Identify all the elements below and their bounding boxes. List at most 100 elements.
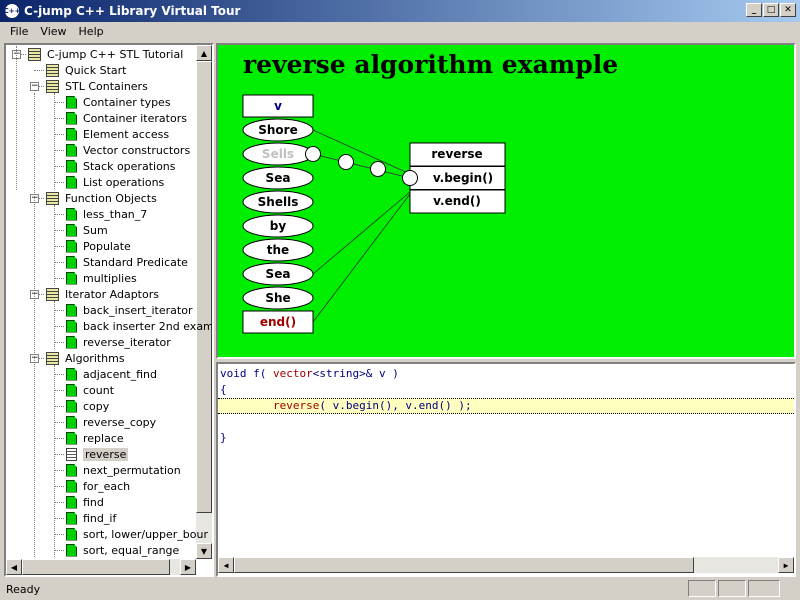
tree-item[interactable]: find_if: [66, 510, 116, 526]
tree-item-label: replace: [83, 431, 124, 445]
collapse-toggle[interactable]: −: [30, 82, 39, 91]
tree-item[interactable]: replace: [66, 430, 124, 446]
tree-item[interactable]: reverse: [66, 446, 129, 462]
scroll-thumb[interactable]: [22, 559, 170, 575]
tree-horizontal-scrollbar[interactable]: ◀ ▶: [6, 559, 196, 575]
status-pane: [748, 580, 780, 597]
book-icon: [46, 79, 59, 93]
tree-item[interactable]: STL Containers: [46, 78, 148, 94]
page-icon: [66, 111, 77, 125]
menu-view[interactable]: View: [34, 25, 72, 38]
code-horizontal-scrollbar[interactable]: ◀ ▶: [218, 557, 794, 573]
scroll-right-button[interactable]: ▶: [778, 557, 794, 573]
status-pane: [718, 580, 746, 597]
tree-item[interactable]: sort, lower/upper_bour: [66, 526, 208, 542]
tree-connector: [34, 70, 44, 71]
tree-item[interactable]: Populate: [66, 238, 131, 254]
end-label: end(): [260, 315, 296, 329]
scroll-thumb[interactable]: [196, 61, 212, 513]
tree-item-label: back_insert_iterator: [83, 303, 193, 317]
tree-connector: [54, 134, 64, 135]
container-label: v: [274, 99, 282, 113]
tree-item[interactable]: copy: [66, 398, 109, 414]
tree-item[interactable]: C-jump C++ STL Tutorial: [28, 46, 183, 62]
tree-item[interactable]: Vector constructors: [66, 142, 190, 158]
tree-connector: [54, 246, 64, 247]
tutorial-tree[interactable]: ▲ ▼ ◀ ▶ C-jump C++ STL Tutorial − Quick St…: [4, 43, 214, 577]
tree-item[interactable]: back_insert_iterator: [66, 302, 192, 318]
tree-item[interactable]: Container iterators: [66, 110, 187, 126]
tree-item[interactable]: less_than_7: [66, 206, 147, 222]
page-icon: [66, 319, 77, 333]
scroll-left-button[interactable]: ◀: [6, 559, 22, 575]
tree-item[interactable]: Element access: [66, 126, 169, 142]
page-icon: [66, 383, 77, 397]
element-label: by: [270, 219, 287, 233]
tree-item[interactable]: Iterator Adaptors: [46, 286, 159, 302]
tree-item[interactable]: adjacent_find: [66, 366, 157, 382]
tree-connector: [54, 390, 64, 391]
tree-item[interactable]: next_permutation: [66, 462, 181, 478]
tree-connector: [54, 406, 64, 407]
tree-item[interactable]: sort, equal_range: [66, 542, 179, 558]
book-icon: [46, 63, 59, 77]
page-icon: [66, 271, 77, 285]
move-marker: [305, 146, 321, 162]
scroll-up-button[interactable]: ▲: [196, 45, 212, 61]
maximize-button[interactable]: □: [763, 3, 779, 17]
tree-item-label: sort, equal_range: [83, 543, 180, 557]
code-token: }: [220, 431, 227, 444]
tree-item[interactable]: find: [66, 494, 104, 510]
tree-item[interactable]: reverse_copy: [66, 414, 156, 430]
move-marker: [338, 154, 354, 170]
scroll-left-button[interactable]: ◀: [218, 557, 234, 573]
page-icon: [66, 511, 77, 525]
status-pane: [688, 580, 716, 597]
tree-vertical-scrollbar[interactable]: ▲ ▼: [196, 45, 212, 559]
page-icon: [66, 463, 77, 477]
menu-help[interactable]: Help: [73, 25, 110, 38]
tree-item[interactable]: Function Objects: [46, 190, 157, 206]
move-marker: [370, 161, 386, 177]
tree-item[interactable]: multiplies: [66, 270, 137, 286]
tree-item[interactable]: Container types: [66, 94, 171, 110]
tree-item[interactable]: count: [66, 382, 114, 398]
iterator-link: [312, 193, 411, 323]
tree-item-label: Stack operations: [83, 159, 176, 173]
code-line: }: [220, 430, 227, 446]
tree-item[interactable]: Quick Start: [46, 62, 126, 78]
tree-item-label: Quick Start: [65, 63, 127, 77]
tree-connector: [54, 205, 55, 285]
tree-item-label: Populate: [83, 239, 131, 253]
tree-connector: [54, 150, 64, 151]
tree-connector: [54, 214, 64, 215]
tree-item-label: Standard Predicate: [83, 255, 188, 269]
tree-connector: [54, 93, 55, 189]
tree-item[interactable]: Standard Predicate: [66, 254, 188, 270]
diagram-canvas: v Shore Sells Sea Shells by the Sea She end() reve…: [242, 94, 506, 334]
tree-item-label: count: [83, 383, 115, 397]
tree-item[interactable]: back inserter 2nd exam: [66, 318, 212, 334]
tree-connector: [54, 470, 64, 471]
scroll-right-button[interactable]: ▶: [180, 559, 196, 575]
close-button[interactable]: ✕: [780, 3, 796, 17]
tree-item[interactable]: Algorithms: [46, 350, 125, 366]
tree-item[interactable]: for_each: [66, 478, 130, 494]
tree-item[interactable]: Sum: [66, 222, 108, 238]
tree-connector: [54, 422, 64, 423]
tree-connector: [54, 118, 64, 119]
tree-item-label: less_than_7: [83, 207, 148, 221]
minimize-button[interactable]: _: [746, 3, 762, 17]
menu-file[interactable]: File: [4, 25, 34, 38]
tree-item[interactable]: List operations: [66, 174, 164, 190]
page-icon: [66, 159, 77, 173]
tree-item[interactable]: reverse_iterator: [66, 334, 171, 350]
page-icon: [66, 239, 77, 253]
tree-item[interactable]: Stack operations: [66, 158, 176, 174]
element-label: Sells: [262, 147, 294, 161]
code-panel[interactable]: ◀ ▶ void f( vector<string>& v ){ reverse…: [216, 362, 796, 577]
scroll-down-button[interactable]: ▼: [196, 543, 212, 559]
page-icon: [66, 527, 77, 541]
page-icon: [66, 223, 77, 237]
scroll-thumb[interactable]: [234, 557, 694, 573]
